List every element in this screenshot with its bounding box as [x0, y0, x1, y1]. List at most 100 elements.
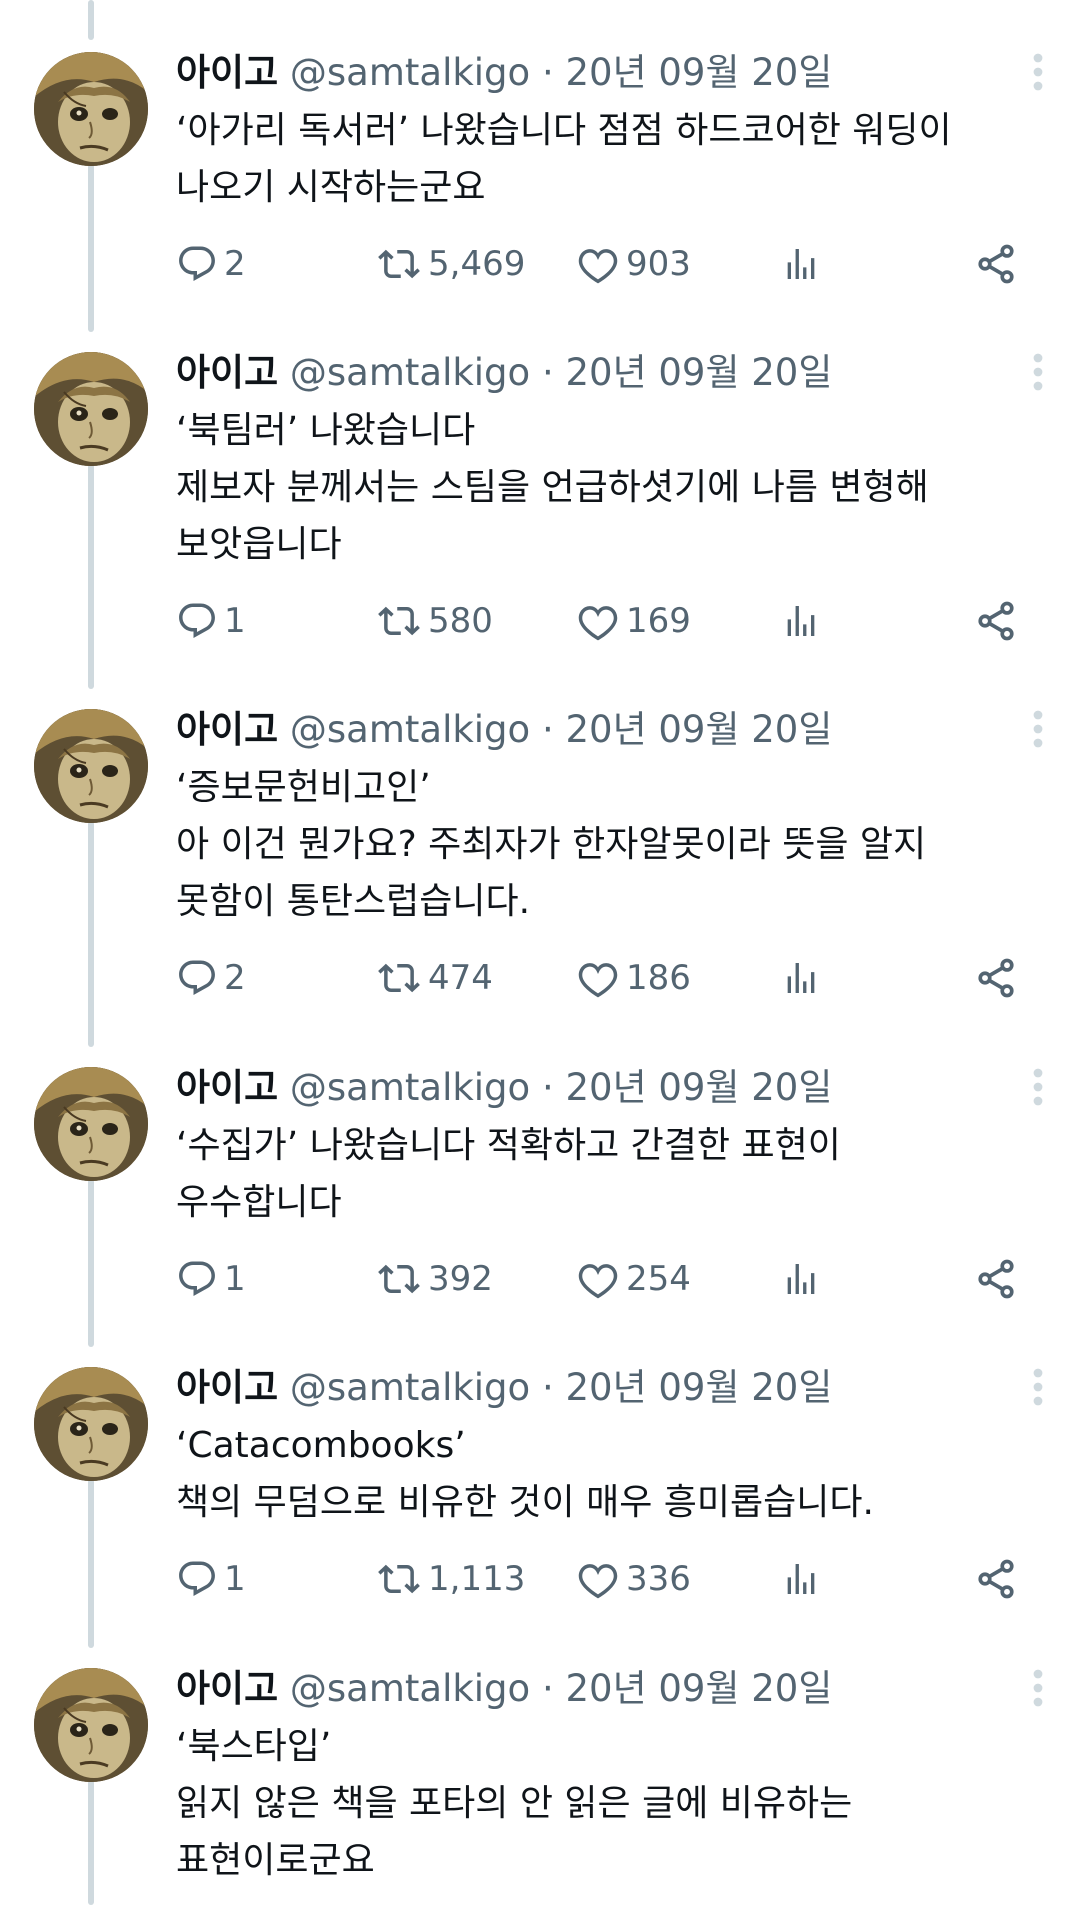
retweet-icon [376, 1558, 422, 1600]
thread-line [88, 0, 94, 40]
tweet-date[interactable]: 20년 09월 20일 [565, 1066, 832, 1109]
author-handle[interactable]: @samtalkigo [290, 351, 530, 394]
views-icon [781, 1258, 821, 1300]
views-button[interactable] [781, 1251, 821, 1307]
avatar[interactable] [34, 1668, 148, 1782]
author-name[interactable]: 아이고 [176, 1366, 278, 1409]
retweet-button[interactable]: 5,469 [376, 236, 525, 292]
like-button[interactable]: 169 [576, 593, 691, 649]
tweet-header: 아이고 @samtalkigo · 20년 09월 20일 [176, 1063, 930, 1113]
reply-count: 2 [224, 244, 246, 284]
views-button[interactable] [781, 950, 821, 1006]
author-name[interactable]: 아이고 [176, 351, 278, 394]
retweet-button[interactable]: 1,113 [376, 1551, 525, 1607]
thread-line [88, 821, 94, 1047]
avatar[interactable] [34, 1367, 148, 1481]
avatar[interactable] [34, 709, 148, 823]
author-handle[interactable]: @samtalkigo [290, 51, 530, 94]
heart-icon [576, 243, 620, 285]
share-button[interactable] [974, 236, 1018, 292]
more-icon [1031, 709, 1045, 753]
reply-count: 1 [224, 1259, 246, 1299]
share-button[interactable] [974, 950, 1018, 1006]
separator-dot: · [541, 1366, 554, 1409]
author-name[interactable]: 아이고 [176, 51, 278, 94]
share-button[interactable] [974, 593, 1018, 649]
retweet-button[interactable]: 580 [376, 593, 493, 649]
views-button[interactable] [781, 1551, 821, 1607]
tweet-date[interactable]: 20년 09월 20일 [565, 51, 832, 94]
reply-button[interactable]: 2 [176, 950, 246, 1006]
separator-dot: · [541, 1066, 554, 1109]
author-handle[interactable]: @samtalkigo [290, 708, 530, 751]
tweet-date[interactable]: 20년 09월 20일 [565, 1366, 832, 1409]
more-options-button[interactable] [1010, 1662, 1066, 1718]
views-button[interactable] [781, 593, 821, 649]
more-options-button[interactable] [1010, 703, 1066, 759]
more-options-button[interactable] [1010, 346, 1066, 402]
separator-dot: · [541, 708, 554, 751]
retweet-count: 5,469 [428, 244, 526, 284]
separator-dot: · [541, 351, 554, 394]
tweet-header: 아이고 @samtalkigo · 20년 09월 20일 [176, 48, 930, 98]
retweet-button[interactable]: 392 [376, 1251, 493, 1307]
tweet-actions: 1 392 254 [176, 1251, 1046, 1307]
tweet-text: ‘북스타입’ 읽지 않은 책을 포타의 안 읽은 글에 비유하는 표현이로군요 [176, 1726, 853, 1881]
like-button[interactable]: 254 [576, 1251, 691, 1307]
reply-button[interactable]: 1 [176, 1551, 246, 1607]
author-handle[interactable]: @samtalkigo [290, 1667, 530, 1710]
author-name[interactable]: 아이고 [176, 1667, 278, 1710]
more-options-button[interactable] [1010, 1061, 1066, 1117]
share-icon [974, 956, 1018, 1000]
tweet-header: 아이고 @samtalkigo · 20년 09월 20일 [176, 1363, 930, 1413]
thread-line [88, 1479, 94, 1648]
share-icon [974, 242, 1018, 286]
more-options-button[interactable] [1010, 1361, 1066, 1417]
thread-line [88, 464, 94, 689]
tweet-text: ‘수집가’ 나왔습니다 적확하고 간결한 표현이 우수합니다 [176, 1125, 841, 1223]
avatar[interactable] [34, 52, 148, 166]
reply-button[interactable]: 2 [176, 236, 246, 292]
like-count: 336 [626, 1559, 691, 1599]
share-button[interactable] [974, 1251, 1018, 1307]
views-icon [781, 600, 821, 642]
author-handle[interactable]: @samtalkigo [290, 1366, 530, 1409]
like-button[interactable]: 903 [576, 236, 691, 292]
retweet-count: 580 [428, 601, 493, 641]
retweet-count: 474 [428, 958, 493, 998]
tweet-actions: 1 580 169 [176, 593, 1046, 649]
author-name[interactable]: 아이고 [176, 708, 278, 751]
avatar[interactable] [34, 352, 148, 466]
tweet-header: 아이고 @samtalkigo · 20년 09월 20일 [176, 1664, 930, 1714]
tweet-date[interactable]: 20년 09월 20일 [565, 351, 832, 394]
author-name[interactable]: 아이고 [176, 1066, 278, 1109]
tweet-date[interactable]: 20년 09월 20일 [565, 1667, 832, 1710]
like-button[interactable]: 186 [576, 950, 691, 1006]
like-button[interactable]: 336 [576, 1551, 691, 1607]
views-icon [781, 1558, 821, 1600]
share-icon [974, 1257, 1018, 1301]
tweet-date[interactable]: 20년 09월 20일 [565, 708, 832, 751]
reply-icon [176, 957, 218, 999]
tweet-text: ‘아가리 독서러’ 나왔습니다 점점 하드코어한 워딩이 나오기 시작하는군요 [176, 110, 952, 208]
author-handle[interactable]: @samtalkigo [290, 1066, 530, 1109]
retweet-button[interactable]: 474 [376, 950, 493, 1006]
share-button[interactable] [974, 1551, 1018, 1607]
tweet-actions: 2 474 186 [176, 950, 1046, 1006]
tweet-header: 아이고 @samtalkigo · 20년 09월 20일 [176, 348, 930, 398]
reply-button[interactable]: 1 [176, 1251, 246, 1307]
views-icon [781, 243, 821, 285]
heart-icon [576, 600, 620, 642]
reply-icon [176, 243, 218, 285]
like-count: 186 [626, 958, 691, 998]
more-icon [1031, 52, 1045, 96]
heart-icon [576, 957, 620, 999]
more-options-button[interactable] [1010, 46, 1066, 102]
retweet-count: 392 [428, 1259, 493, 1299]
views-button[interactable] [781, 236, 821, 292]
share-icon [974, 1557, 1018, 1601]
avatar[interactable] [34, 1067, 148, 1181]
thread-line [88, 1179, 94, 1347]
reply-count: 1 [224, 1559, 246, 1599]
reply-button[interactable]: 1 [176, 593, 246, 649]
